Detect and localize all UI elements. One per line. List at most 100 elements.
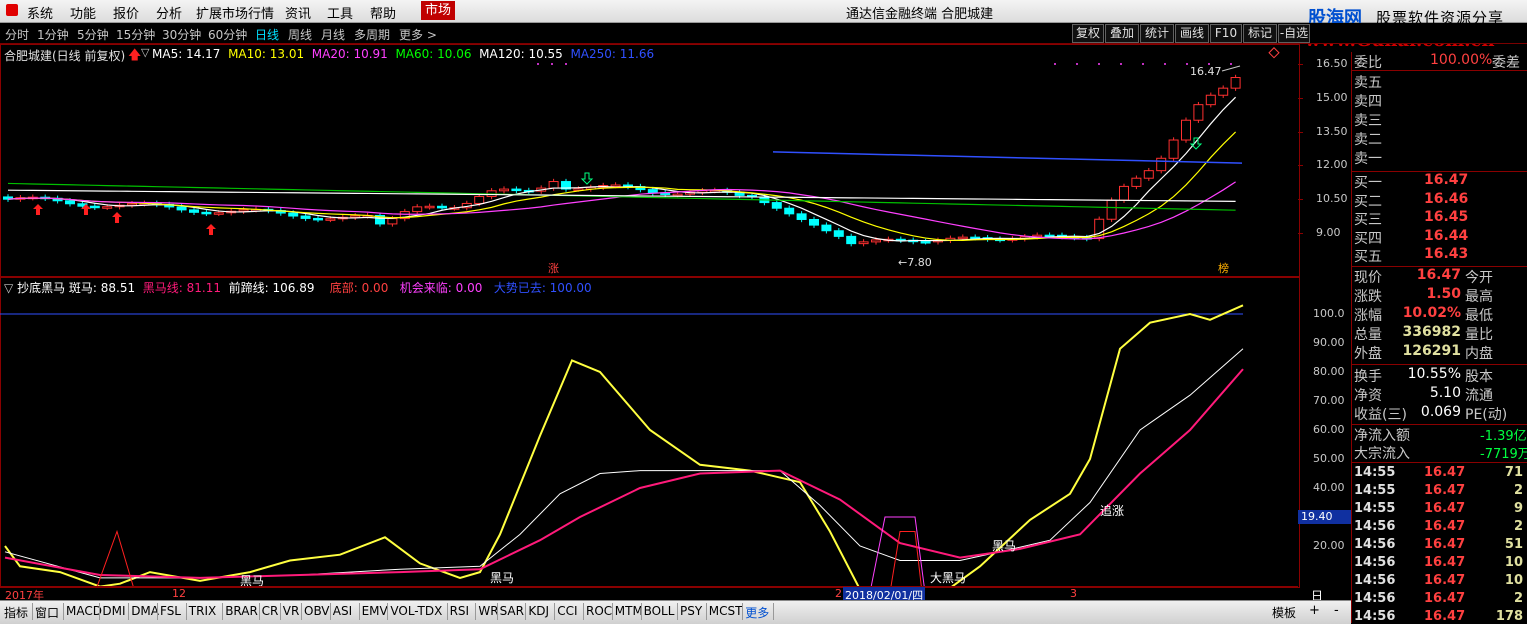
period-timeshare[interactable]: 分时: [5, 26, 29, 43]
indicator-tab-指标[interactable]: 指标: [4, 604, 28, 621]
dot-marker: [1142, 63, 1144, 65]
period-multi[interactable]: 多周期: [354, 26, 390, 43]
price-tick: 13.50: [1316, 124, 1348, 138]
indicator-tab-mcst[interactable]: MCST: [709, 604, 743, 618]
indicator-tab-sar[interactable]: SAR: [500, 604, 524, 618]
menu-help[interactable]: 帮助: [370, 3, 396, 22]
period-monthly[interactable]: 月线: [321, 26, 345, 43]
app-icon[interactable]: [6, 4, 18, 16]
x-label-3: 3: [1070, 587, 1077, 600]
tab-separator: [358, 603, 360, 620]
price-tick-mark: [1298, 131, 1303, 133]
buy-level-label: 买五: [1354, 249, 1382, 266]
market-tab[interactable]: 市场: [421, 1, 455, 20]
indicator-tab-emv[interactable]: EMV: [362, 604, 388, 618]
tick-volume: 2: [1513, 591, 1523, 606]
buy-level-price: 16.45: [1424, 209, 1469, 226]
candle-body: [511, 188, 522, 192]
candle-body: [1119, 185, 1129, 201]
indicator-tabs-bar: 指标 窗口 MACD DMI DMA FSL TRIX BRAR CR VR OBV ASI EMV VO…: [0, 600, 1351, 624]
indicator-tab-rsi[interactable]: RSI: [450, 604, 470, 618]
tick-time: 14:56: [1354, 537, 1396, 552]
candle-body: [424, 205, 435, 209]
menu-ext-market[interactable]: 扩展市场行情: [196, 3, 274, 22]
tab-separator: [496, 603, 498, 620]
dot-marker: [565, 63, 567, 65]
period-toolbar: 分时 1分钟 5分钟 15分钟 30分钟 60分钟 日线 周线 月线 多周期 更…: [0, 23, 1527, 44]
period-60min[interactable]: 60分钟: [208, 26, 247, 43]
indicator-tick: 80.00: [1313, 365, 1345, 378]
remove-window-button[interactable]: -: [1334, 603, 1339, 618]
stats-button[interactable]: 统计: [1140, 24, 1174, 43]
flow-value: -7719万: [1480, 447, 1527, 462]
indicator-tab-vr[interactable]: VR: [283, 604, 300, 618]
price-tick: 10.50: [1316, 192, 1348, 206]
indicator-tab-kdj[interactable]: KDJ: [528, 604, 549, 618]
x-axis: 2017年 12 2 2018/02/01/四 3 日线: [0, 586, 1323, 620]
f10-button[interactable]: F10: [1210, 24, 1242, 43]
tick-time: 14:56: [1354, 573, 1396, 588]
price-tick-mark: [1298, 97, 1303, 99]
indicator-tab-macd[interactable]: MACD: [66, 604, 102, 618]
sell-level-label: 卖四: [1354, 94, 1382, 110]
menu-function[interactable]: 功能: [70, 3, 96, 22]
mark-button[interactable]: 标记: [1243, 24, 1277, 43]
stat-value: 0.069: [1420, 404, 1461, 420]
menu-analysis[interactable]: 分析: [156, 3, 182, 22]
tab-separator: [157, 603, 158, 620]
menu-system[interactable]: 系统: [27, 3, 53, 22]
menu-news[interactable]: 资讯: [285, 3, 311, 22]
buy-arrow-icon: [112, 212, 122, 223]
draw-button[interactable]: 画线: [1175, 24, 1209, 43]
indicator-tab-roc[interactable]: ROC: [586, 604, 612, 618]
indicator-tab-窗口[interactable]: 窗口: [35, 604, 59, 621]
kline-chart[interactable]: 16.47 ←7.80 涨 榜: [0, 44, 1298, 276]
candles: [3, 74, 1241, 247]
indicator-tab-obv[interactable]: OBV: [304, 604, 330, 618]
menu-quote[interactable]: 报价: [113, 3, 139, 22]
tick-time: 14:55: [1354, 465, 1396, 480]
indicator-tab-mtm[interactable]: MTM: [615, 604, 643, 618]
indicator-tab-brar[interactable]: BRAR: [225, 604, 258, 618]
adjust-button[interactable]: 复权: [1072, 24, 1104, 43]
indicator-tab-cci[interactable]: CCI: [557, 604, 577, 618]
indicator-tab-更多[interactable]: 更多: [745, 604, 769, 621]
period-weekly[interactable]: 周线: [288, 26, 312, 43]
tick-time: 14:56: [1354, 519, 1396, 534]
add-window-button[interactable]: +: [1309, 603, 1320, 618]
candle-body: [1230, 77, 1241, 89]
indicator-tab-trix[interactable]: TRIX: [189, 604, 216, 618]
indicator-tab-vol-tdx[interactable]: VOL-TDX: [390, 604, 442, 618]
indicator-tab-asi[interactable]: ASI: [333, 604, 352, 618]
indicator-tab-boll[interactable]: BOLL: [644, 604, 675, 618]
tick-price: 16.47: [1424, 609, 1466, 624]
period-30min[interactable]: 30分钟: [162, 26, 201, 43]
diamond-icon[interactable]: [1268, 47, 1280, 59]
menu-tools[interactable]: 工具: [327, 3, 353, 22]
tab-separator: [128, 603, 130, 620]
period-5min[interactable]: 5分钟: [77, 26, 109, 43]
indicator-tab-wr[interactable]: WR: [478, 604, 498, 618]
stat-right-label: 最高: [1465, 289, 1493, 305]
period-15min[interactable]: 15分钟: [116, 26, 155, 43]
indicator-tab-dmi[interactable]: DMI: [102, 604, 125, 618]
price-tick: 12.00: [1316, 158, 1348, 172]
quote-panel: 委比 100.00% 委差 卖五 卖四 卖三 卖二 卖一 买一 16.47 买二 16.46 买…: [1351, 52, 1527, 624]
overlay-button[interactable]: 叠加: [1105, 24, 1139, 43]
period-1min[interactable]: 1分钟: [37, 26, 69, 43]
candle-body: [1193, 104, 1204, 121]
indicator-chart[interactable]: 黑马 黑马 大黑马黑马追涨: [0, 276, 1298, 586]
watchlist-button[interactable]: -自选: [1278, 24, 1310, 43]
period-more[interactable]: 更多 >: [399, 26, 437, 43]
indicator-tab-cr[interactable]: CR: [262, 604, 279, 618]
candle-body: [784, 207, 795, 215]
candle-body: [1205, 94, 1216, 106]
indicator-tab-fsl[interactable]: FSL: [160, 604, 181, 618]
template-button[interactable]: 模板: [1272, 604, 1296, 621]
tick-volume: 2: [1513, 483, 1523, 498]
indicator-tab-psy[interactable]: PSY: [680, 604, 702, 618]
cursor-value: 19.40: [1298, 510, 1351, 524]
dot-marker: [1076, 63, 1078, 65]
indicator-tab-dma[interactable]: DMA: [131, 604, 159, 618]
period-daily[interactable]: 日线: [255, 26, 279, 43]
